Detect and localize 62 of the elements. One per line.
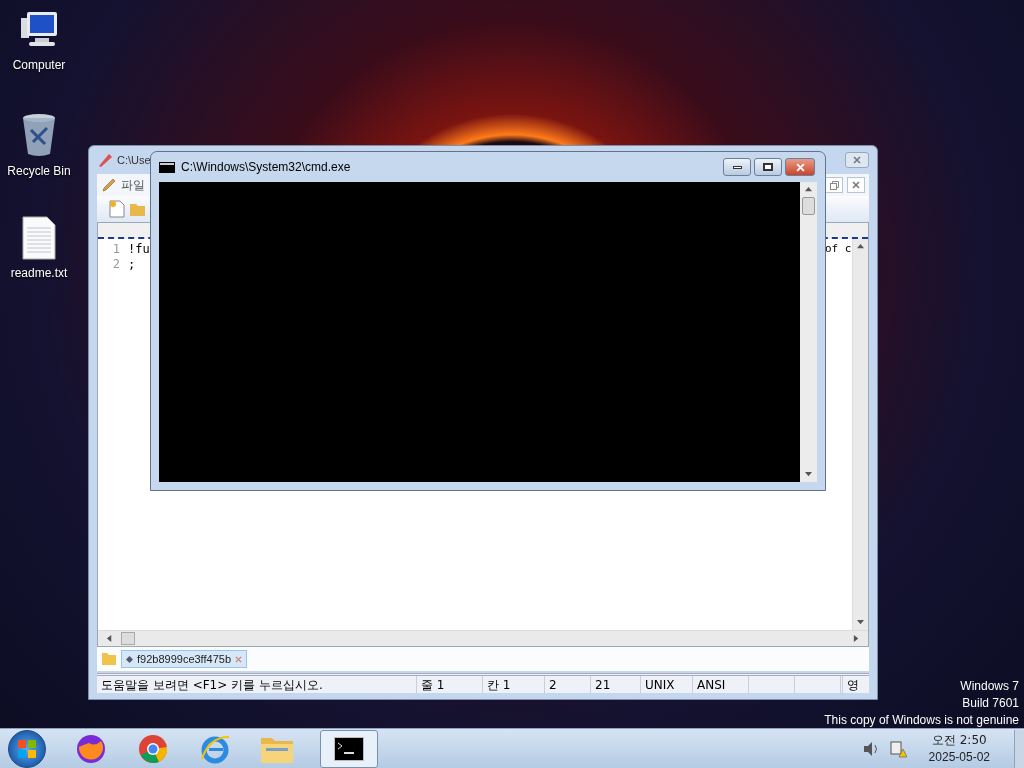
status-field: 영: [843, 676, 869, 693]
line-number: 1: [111, 240, 121, 258]
close-button[interactable]: [847, 177, 865, 193]
new-file-icon: [109, 200, 125, 218]
up-arrow-icon: [857, 243, 864, 250]
close-button[interactable]: [785, 158, 815, 176]
firefox-icon: [75, 732, 107, 765]
menu-item[interactable]: 파일: [121, 176, 145, 194]
restore-icon: [829, 180, 839, 190]
close-icon: [795, 162, 805, 172]
close-icon: [852, 181, 860, 189]
close-icon: [853, 156, 861, 164]
status-field: 칸 1: [483, 676, 545, 693]
line-number: 2: [111, 255, 121, 273]
pencil-icon: [101, 177, 117, 193]
status-field: 2: [545, 676, 591, 693]
vertical-scrollbar[interactable]: [800, 182, 817, 482]
status-field: ANSI: [693, 676, 749, 693]
vertical-scrollbar[interactable]: [852, 239, 868, 630]
window-title: C:\Use: [117, 152, 151, 168]
folder-icon: [101, 652, 117, 666]
up-arrow-icon: [805, 186, 812, 193]
start-button[interactable]: [8, 729, 46, 768]
horizontal-scrollbar[interactable]: [98, 630, 868, 646]
window-title: C:\Windows\System32\cmd.exe: [181, 159, 351, 176]
text-file-icon: [22, 216, 56, 260]
network-warning-icon[interactable]: [888, 739, 907, 758]
clock-date[interactable]: 2025-05-02: [928, 748, 990, 766]
command-prompt-icon: [159, 161, 175, 173]
clock-time[interactable]: 오전 2:50: [931, 731, 987, 749]
status-field: UNIX: [641, 676, 693, 693]
left-arrow-icon: [106, 635, 113, 642]
desktop-icon-label[interactable]: readme.txt: [10, 264, 68, 282]
open-folder-icon: [129, 201, 147, 217]
pen-icon: [97, 152, 113, 168]
status-field: 줄 1: [417, 676, 483, 693]
code-line: ;: [128, 255, 136, 273]
code-line: !fu: [128, 240, 150, 258]
minimize-button[interactable]: [723, 158, 751, 176]
status-field: 21: [591, 676, 641, 693]
chrome-icon: [137, 732, 169, 765]
show-desktop-button[interactable]: [1014, 729, 1024, 768]
desktop-icon-label[interactable]: Recycle Bin: [7, 162, 71, 180]
right-arrow-icon: [853, 635, 860, 642]
desktop-icon-label[interactable]: Computer: [12, 56, 66, 74]
scroll-thumb[interactable]: [802, 197, 815, 215]
command-prompt-icon: [334, 736, 364, 761]
down-arrow-icon: [857, 619, 864, 626]
document-tab[interactable]: f92b8999ce3ff475b: [121, 650, 247, 668]
code-fragment: of c: [825, 241, 852, 256]
close-icon: [235, 655, 242, 663]
notice-text: Build 7601: [962, 695, 1019, 712]
windows-logo-icon: [18, 739, 36, 758]
down-arrow-icon: [805, 471, 812, 478]
diamond-icon: [126, 655, 133, 663]
close-button[interactable]: [845, 152, 869, 168]
scroll-thumb[interactable]: [121, 632, 135, 645]
taskbar-button[interactable]: [320, 729, 378, 768]
notice-text: Windows 7: [960, 678, 1019, 695]
notice-text: This copy of Windows is not genuine: [824, 712, 1019, 729]
maximize-button[interactable]: [754, 158, 782, 176]
status-field: 도움말을 보려면 <F1> 키를 누르십시오.: [97, 676, 417, 693]
